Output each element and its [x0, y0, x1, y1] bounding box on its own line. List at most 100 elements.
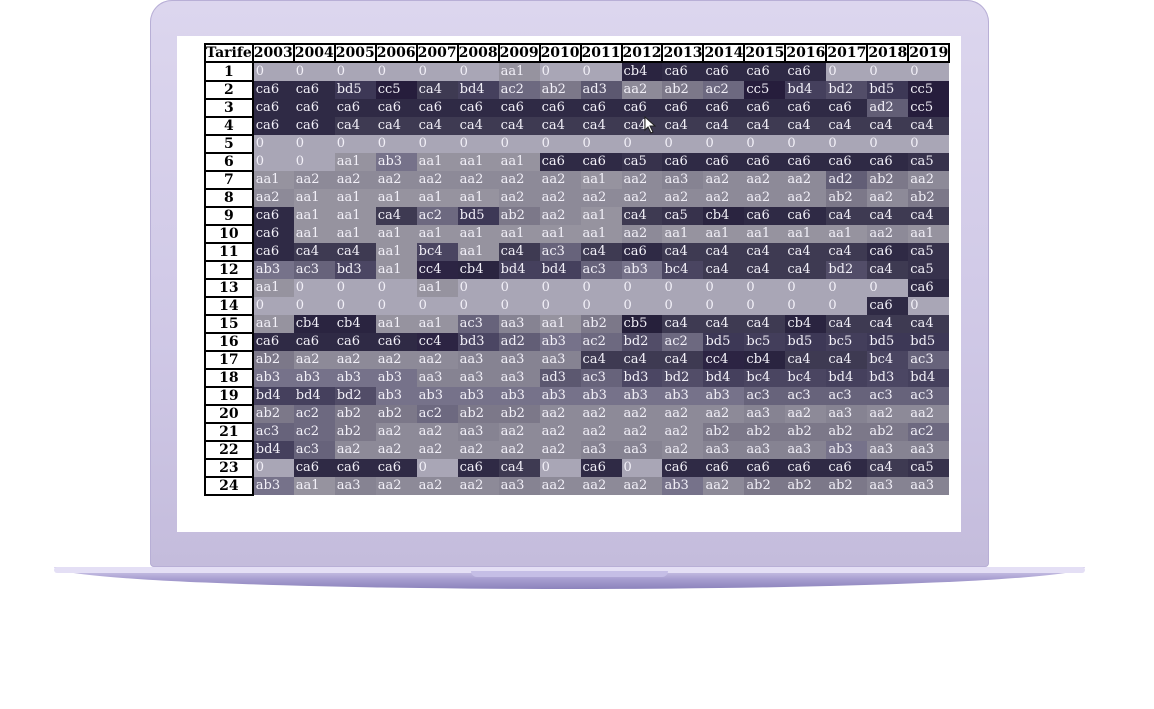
table-cell[interactable]: aa1 — [293, 225, 335, 243]
table-cell[interactable]: ca6 — [252, 225, 294, 243]
table-cell[interactable]: 0 — [375, 135, 417, 153]
table-cell[interactable]: 0 — [293, 297, 335, 315]
table-cell[interactable]: ca4 — [498, 459, 540, 477]
table-cell[interactable]: ca4 — [498, 117, 540, 135]
table-cell[interactable]: ca6 — [293, 99, 335, 117]
table-cell[interactable]: aa1 — [457, 153, 499, 171]
table-cell[interactable]: ca4 — [785, 117, 827, 135]
table-cell[interactable]: ab2 — [703, 423, 745, 441]
table-cell[interactable]: ab3 — [662, 477, 704, 495]
table-cell[interactable]: aa2 — [539, 441, 581, 459]
table-cell[interactable]: ca6 — [703, 99, 745, 117]
table-cell[interactable]: aa1 — [785, 225, 827, 243]
table-cell[interactable]: aa2 — [375, 477, 417, 495]
table-cell[interactable]: ab2 — [252, 351, 294, 369]
table-cell[interactable]: aa2 — [293, 171, 335, 189]
table-cell[interactable]: aa2 — [580, 477, 622, 495]
table-cell[interactable]: cc5 — [375, 81, 417, 99]
table-cell[interactable]: 0 — [252, 135, 294, 153]
table-cell[interactable]: aa2 — [908, 171, 950, 189]
table-cell[interactable]: ac2 — [703, 81, 745, 99]
table-cell[interactable]: aa2 — [621, 405, 663, 423]
table-cell[interactable]: ca6 — [252, 333, 294, 351]
table-cell[interactable]: ca6 — [293, 81, 335, 99]
table-cell[interactable]: ca6 — [457, 459, 499, 477]
table-cell[interactable]: aa2 — [744, 171, 786, 189]
table-cell[interactable]: ab2 — [334, 423, 376, 441]
table-cell[interactable]: ac3 — [908, 387, 950, 405]
table-cell[interactable]: ca6 — [252, 243, 294, 261]
table-cell[interactable]: aa1 — [375, 315, 417, 333]
table-cell[interactable]: bd4 — [457, 81, 499, 99]
table-cell[interactable]: ab2 — [662, 81, 704, 99]
table-cell[interactable]: 0 — [785, 135, 827, 153]
table-cell[interactable]: ca4 — [744, 261, 786, 279]
table-cell[interactable]: bd5 — [703, 333, 745, 351]
table-cell[interactable]: aa2 — [785, 171, 827, 189]
table-cell[interactable]: 0 — [375, 297, 417, 315]
table-cell[interactable]: ca6 — [539, 99, 581, 117]
table-cell[interactable]: ca4 — [744, 117, 786, 135]
table-cell[interactable]: ab2 — [826, 477, 868, 495]
table-cell[interactable]: ca6 — [744, 459, 786, 477]
table-cell[interactable]: aa2 — [375, 351, 417, 369]
table-cell[interactable]: bc4 — [744, 369, 786, 387]
table-cell[interactable]: cb4 — [334, 315, 376, 333]
table-cell[interactable]: aa3 — [867, 477, 909, 495]
table-cell[interactable]: aa3 — [826, 405, 868, 423]
table-cell[interactable]: bd2 — [662, 369, 704, 387]
table-cell[interactable]: ab2 — [744, 477, 786, 495]
table-cell[interactable]: ac2 — [498, 81, 540, 99]
table-cell[interactable]: ab3 — [539, 387, 581, 405]
table-cell[interactable]: ca4 — [703, 261, 745, 279]
table-cell[interactable]: 0 — [252, 459, 294, 477]
table-cell[interactable]: 0 — [416, 297, 458, 315]
table-cell[interactable]: 0 — [867, 62, 909, 81]
table-cell[interactable]: aa2 — [252, 189, 294, 207]
table-cell[interactable]: bd3 — [457, 333, 499, 351]
table-cell[interactable]: aa1 — [416, 315, 458, 333]
table-cell[interactable]: ca6 — [826, 99, 868, 117]
table-cell[interactable]: aa3 — [621, 441, 663, 459]
table-cell[interactable]: aa2 — [744, 189, 786, 207]
table-cell[interactable]: aa2 — [416, 477, 458, 495]
table-cell[interactable]: aa3 — [498, 315, 540, 333]
table-cell[interactable]: 0 — [334, 135, 376, 153]
table-cell[interactable]: ad2 — [498, 333, 540, 351]
table-cell[interactable]: 0 — [826, 62, 868, 81]
table-cell[interactable]: aa1 — [252, 279, 294, 297]
table-cell[interactable]: 0 — [580, 297, 622, 315]
table-cell[interactable]: aa2 — [785, 189, 827, 207]
table-cell[interactable]: ac2 — [662, 333, 704, 351]
table-cell[interactable]: ab3 — [457, 387, 499, 405]
table-cell[interactable]: ca6 — [293, 459, 335, 477]
table-cell[interactable]: ca4 — [867, 315, 909, 333]
table-cell[interactable]: bd5 — [334, 81, 376, 99]
table-cell[interactable]: aa2 — [703, 189, 745, 207]
table-cell[interactable]: ca4 — [826, 351, 868, 369]
table-cell[interactable]: ab2 — [498, 207, 540, 225]
table-cell[interactable]: ca4 — [785, 351, 827, 369]
table-cell[interactable]: aa2 — [867, 405, 909, 423]
table-cell[interactable]: ca4 — [744, 315, 786, 333]
table-cell[interactable]: 0 — [498, 135, 540, 153]
table-cell[interactable]: aa1 — [580, 207, 622, 225]
table-cell[interactable]: cb4 — [785, 315, 827, 333]
table-cell[interactable]: aa2 — [621, 189, 663, 207]
table-cell[interactable]: aa2 — [498, 441, 540, 459]
table-cell[interactable]: ab2 — [867, 423, 909, 441]
table-cell[interactable]: ca6 — [662, 99, 704, 117]
table-cell[interactable]: ca6 — [744, 62, 786, 81]
table-cell[interactable]: ca5 — [621, 153, 663, 171]
table-cell[interactable]: ca4 — [580, 117, 622, 135]
table-cell[interactable]: 0 — [580, 279, 622, 297]
table-cell[interactable]: 0 — [662, 135, 704, 153]
table-cell[interactable]: ad3 — [539, 369, 581, 387]
table-cell[interactable]: bc4 — [416, 243, 458, 261]
table-cell[interactable]: ab2 — [457, 405, 499, 423]
table-cell[interactable]: ca4 — [662, 351, 704, 369]
table-cell[interactable]: ab2 — [785, 477, 827, 495]
table-cell[interactable]: 0 — [457, 297, 499, 315]
table-cell[interactable]: ca6 — [334, 99, 376, 117]
table-cell[interactable]: aa2 — [457, 441, 499, 459]
